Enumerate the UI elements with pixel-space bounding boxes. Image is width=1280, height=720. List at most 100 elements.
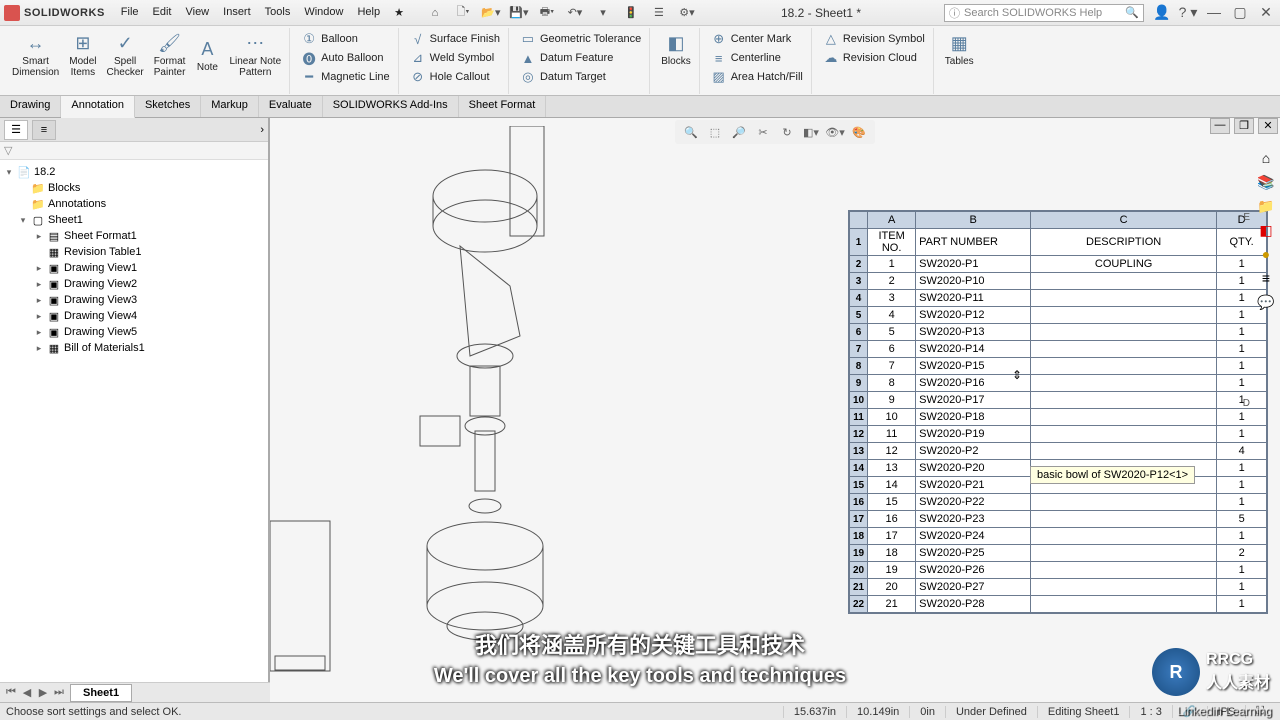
area-hatch-button[interactable]: ▨Area Hatch/Fill <box>707 68 807 86</box>
bom-qty[interactable]: 1 <box>1217 562 1267 579</box>
sheet-first-icon[interactable]: ⏮ <box>4 686 18 699</box>
table-row[interactable]: 1817SW2020-P241 <box>850 528 1267 545</box>
datum-feature-button[interactable]: ▲Datum Feature <box>516 49 645 67</box>
help-search[interactable]: ⓘ Search SOLIDWORKS Help 🔍 <box>944 4 1144 22</box>
taskpane-home-icon[interactable]: ⌂ <box>1256 148 1276 168</box>
zoom-fit-icon[interactable]: 🔍 <box>681 122 701 142</box>
bom-row-num[interactable]: 10 <box>850 392 868 409</box>
undo-icon[interactable]: ↶▾ <box>564 2 586 24</box>
hide-show-icon[interactable]: 👁▾ <box>825 122 845 142</box>
bom-item-no[interactable]: 18 <box>868 545 916 562</box>
new-icon[interactable]: 🗋▾ <box>452 2 474 24</box>
bom-part-number[interactable]: SW2020-P11 <box>916 290 1031 307</box>
bom-item-no[interactable]: 11 <box>868 426 916 443</box>
bom-description[interactable] <box>1031 341 1217 358</box>
tree-drawing-view1[interactable]: ▸▣Drawing View1 <box>2 260 266 276</box>
geometric-tolerance-button[interactable]: ▭Geometric Tolerance <box>516 30 645 48</box>
bom-item-no[interactable]: 21 <box>868 596 916 613</box>
bom-item-no[interactable]: 20 <box>868 579 916 596</box>
bom-part-number[interactable]: SW2020-P13 <box>916 324 1031 341</box>
bom-row-num[interactable]: 6 <box>850 324 868 341</box>
home-icon[interactable]: ⌂ <box>424 2 446 24</box>
bom-qty[interactable]: 1 <box>1217 596 1267 613</box>
bom-item-no[interactable]: 7 <box>868 358 916 375</box>
centerline-button[interactable]: ≡Centerline <box>707 49 807 67</box>
settings-icon[interactable]: ⚙▾ <box>676 2 698 24</box>
bom-description[interactable] <box>1031 290 1217 307</box>
bom-item-no[interactable]: 13 <box>868 460 916 477</box>
user-icon[interactable]: 👤 <box>1152 4 1172 21</box>
table-row[interactable]: 1615SW2020-P221 <box>850 494 1267 511</box>
bom-item-no[interactable]: 6 <box>868 341 916 358</box>
taskpane-custom-props-icon[interactable]: ≡ <box>1256 268 1276 288</box>
bom-qty[interactable]: 1 <box>1217 460 1267 477</box>
table-row[interactable]: 43SW2020-P111 <box>850 290 1267 307</box>
tables-button[interactable]: ▦Tables <box>941 30 978 69</box>
menu-tools[interactable]: Tools <box>259 3 297 22</box>
select-icon[interactable]: ▾ <box>592 2 614 24</box>
bom-row-num[interactable]: 21 <box>850 579 868 596</box>
table-row[interactable]: 98SW2020-P161 <box>850 375 1267 392</box>
tab-sheet-format[interactable]: Sheet Format <box>459 96 547 117</box>
bom-qty[interactable]: 1 <box>1217 392 1267 409</box>
bom-row-num[interactable]: 4 <box>850 290 868 307</box>
bom-item-no[interactable]: 3 <box>868 290 916 307</box>
bom-description[interactable] <box>1031 409 1217 426</box>
bom-row-num[interactable]: 15 <box>850 477 868 494</box>
tree-drawing-view5[interactable]: ▸▣Drawing View5 <box>2 324 266 340</box>
revision-cloud-button[interactable]: ☁Revision Cloud <box>819 49 929 67</box>
table-row[interactable]: 2120SW2020-P271 <box>850 579 1267 596</box>
tree-root[interactable]: ▾📄18.2 <box>2 164 266 180</box>
note-button[interactable]: ANote <box>191 36 223 75</box>
menu-help[interactable]: Help <box>351 3 386 22</box>
bom-qty[interactable]: 1 <box>1217 426 1267 443</box>
status-scale[interactable]: 1 : 3 <box>1129 706 1171 718</box>
surface-finish-button[interactable]: √Surface Finish <box>406 30 504 48</box>
bom-part-number[interactable]: SW2020-P25 <box>916 545 1031 562</box>
save-icon[interactable]: 💾▾ <box>508 2 530 24</box>
table-row[interactable]: 1110SW2020-P181 <box>850 409 1267 426</box>
table-row[interactable]: 54SW2020-P121 <box>850 307 1267 324</box>
tree-bill-of-materials1[interactable]: ▸▦Bill of Materials1 <box>2 340 266 356</box>
bom-description[interactable] <box>1031 596 1217 613</box>
magnetic-line-button[interactable]: ━Magnetic Line <box>297 68 394 86</box>
tab-sketches[interactable]: Sketches <box>135 96 201 117</box>
bom-row-num[interactable]: 20 <box>850 562 868 579</box>
maximize-icon[interactable]: ▢ <box>1230 4 1250 21</box>
bom-row-num[interactable]: 19 <box>850 545 868 562</box>
taskpane-file-explorer-icon[interactable]: 📁 <box>1256 196 1276 216</box>
bom-item-no[interactable]: 19 <box>868 562 916 579</box>
taskpane-forum-icon[interactable]: 💬 <box>1256 292 1276 312</box>
menu-window[interactable]: Window <box>298 3 349 22</box>
auto-balloon-button[interactable]: ⓿Auto Balloon <box>297 49 394 67</box>
bom-row-num[interactable]: 9 <box>850 375 868 392</box>
panel-expand-icon[interactable]: › <box>260 124 264 136</box>
mdi-minimize-icon[interactable]: — <box>1210 118 1230 134</box>
mdi-close-icon[interactable]: ✕ <box>1258 118 1278 134</box>
bom-part-number[interactable]: SW2020-P22 <box>916 494 1031 511</box>
bom-part-number[interactable]: SW2020-P18 <box>916 409 1031 426</box>
table-row[interactable]: 1716SW2020-P235 <box>850 511 1267 528</box>
bom-row-num[interactable]: 12 <box>850 426 868 443</box>
tab-annotation[interactable]: Annotation <box>61 96 135 118</box>
revision-symbol-button[interactable]: △Revision Symbol <box>819 30 929 48</box>
tab-addins[interactable]: SOLIDWORKS Add-Ins <box>323 96 459 117</box>
bom-description[interactable] <box>1031 307 1217 324</box>
blocks-button[interactable]: ◧Blocks <box>657 30 694 69</box>
feature-tree[interactable]: ▾📄18.2 📁Blocks 📁Annotations ▾▢Sheet1 ▸▤S… <box>0 160 268 702</box>
table-row[interactable]: 65SW2020-P131 <box>850 324 1267 341</box>
tree-drawing-view3[interactable]: ▸▣Drawing View3 <box>2 292 266 308</box>
options-icon[interactable]: ☰ <box>648 2 670 24</box>
smart-dimension-button[interactable]: ↔Smart Dimension <box>8 30 63 80</box>
spell-checker-button[interactable]: ✓Spell Checker <box>103 30 148 80</box>
bom-qty[interactable]: 1 <box>1217 579 1267 596</box>
bom-item-no[interactable]: 2 <box>868 273 916 290</box>
filter-funnel-icon[interactable]: ▽ <box>4 145 12 157</box>
sheet-prev-icon[interactable]: ◀ <box>20 686 34 699</box>
bom-item-no[interactable]: 8 <box>868 375 916 392</box>
sheet-tab-sheet1[interactable]: Sheet1 <box>70 684 132 702</box>
bom-qty[interactable]: 1 <box>1217 358 1267 375</box>
bom-description[interactable] <box>1031 443 1217 460</box>
bom-item-no[interactable]: 5 <box>868 324 916 341</box>
search-icon[interactable]: 🔍 <box>1125 6 1139 19</box>
